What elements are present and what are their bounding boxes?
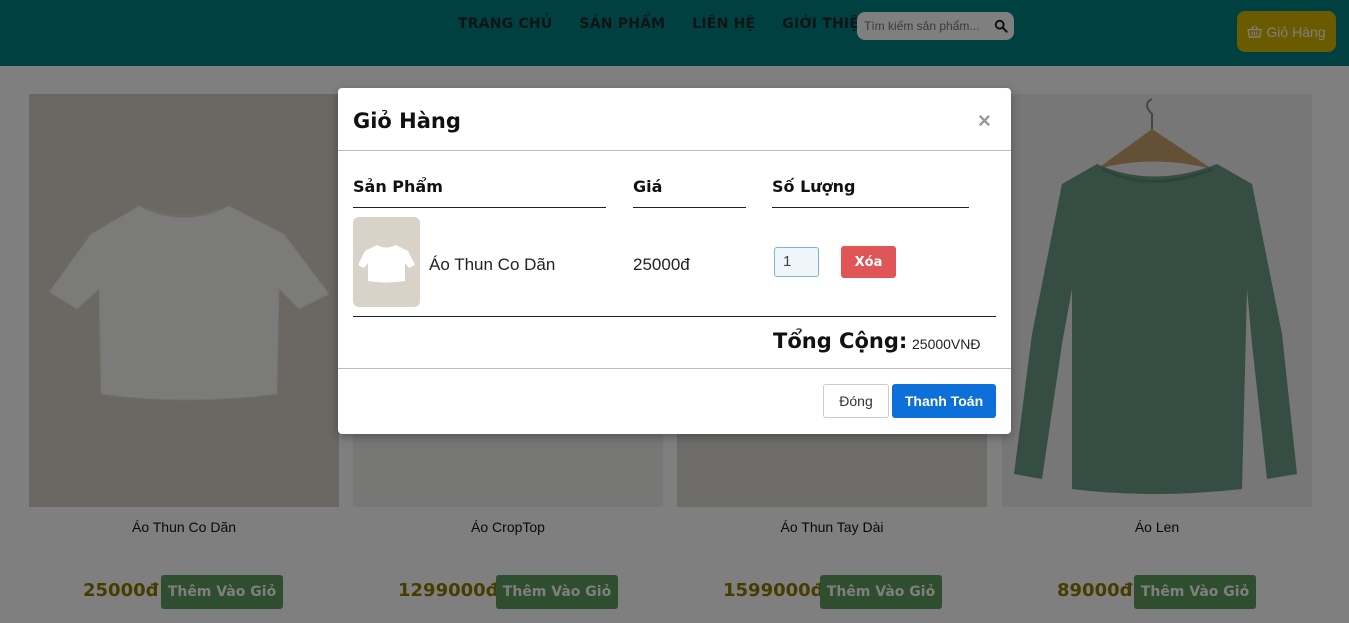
modal-title: Giỏ Hàng	[353, 109, 461, 133]
total-value: 25000VNĐ	[912, 336, 981, 352]
column-header-product: Sản Phẩm	[353, 177, 443, 196]
checkout-button[interactable]: Thanh Toán	[892, 384, 996, 418]
column-header-price: Giá	[633, 177, 663, 196]
column-underline	[772, 207, 969, 208]
modal-footer-divider	[338, 368, 1011, 369]
total-label: Tổng Cộng:	[773, 329, 908, 353]
delete-button[interactable]: Xóa	[841, 246, 896, 278]
column-underline	[633, 207, 746, 208]
cart-item-thumbnail	[353, 217, 420, 307]
column-header-quantity: Số Lượng	[772, 177, 856, 196]
cart-item-price: 25000đ	[633, 255, 690, 274]
close-button[interactable]: Đóng	[823, 384, 889, 418]
column-underline	[353, 207, 606, 208]
row-divider	[353, 316, 996, 317]
modal-header-divider	[338, 150, 1011, 151]
quantity-input[interactable]: 1	[774, 247, 819, 277]
cart-item-name: Áo Thun Co Dãn	[429, 255, 556, 274]
cart-modal: Giỏ Hàng × Sản Phẩm Giá Số Lượng Áo Thun…	[338, 88, 1011, 434]
close-icon[interactable]: ×	[978, 108, 991, 134]
